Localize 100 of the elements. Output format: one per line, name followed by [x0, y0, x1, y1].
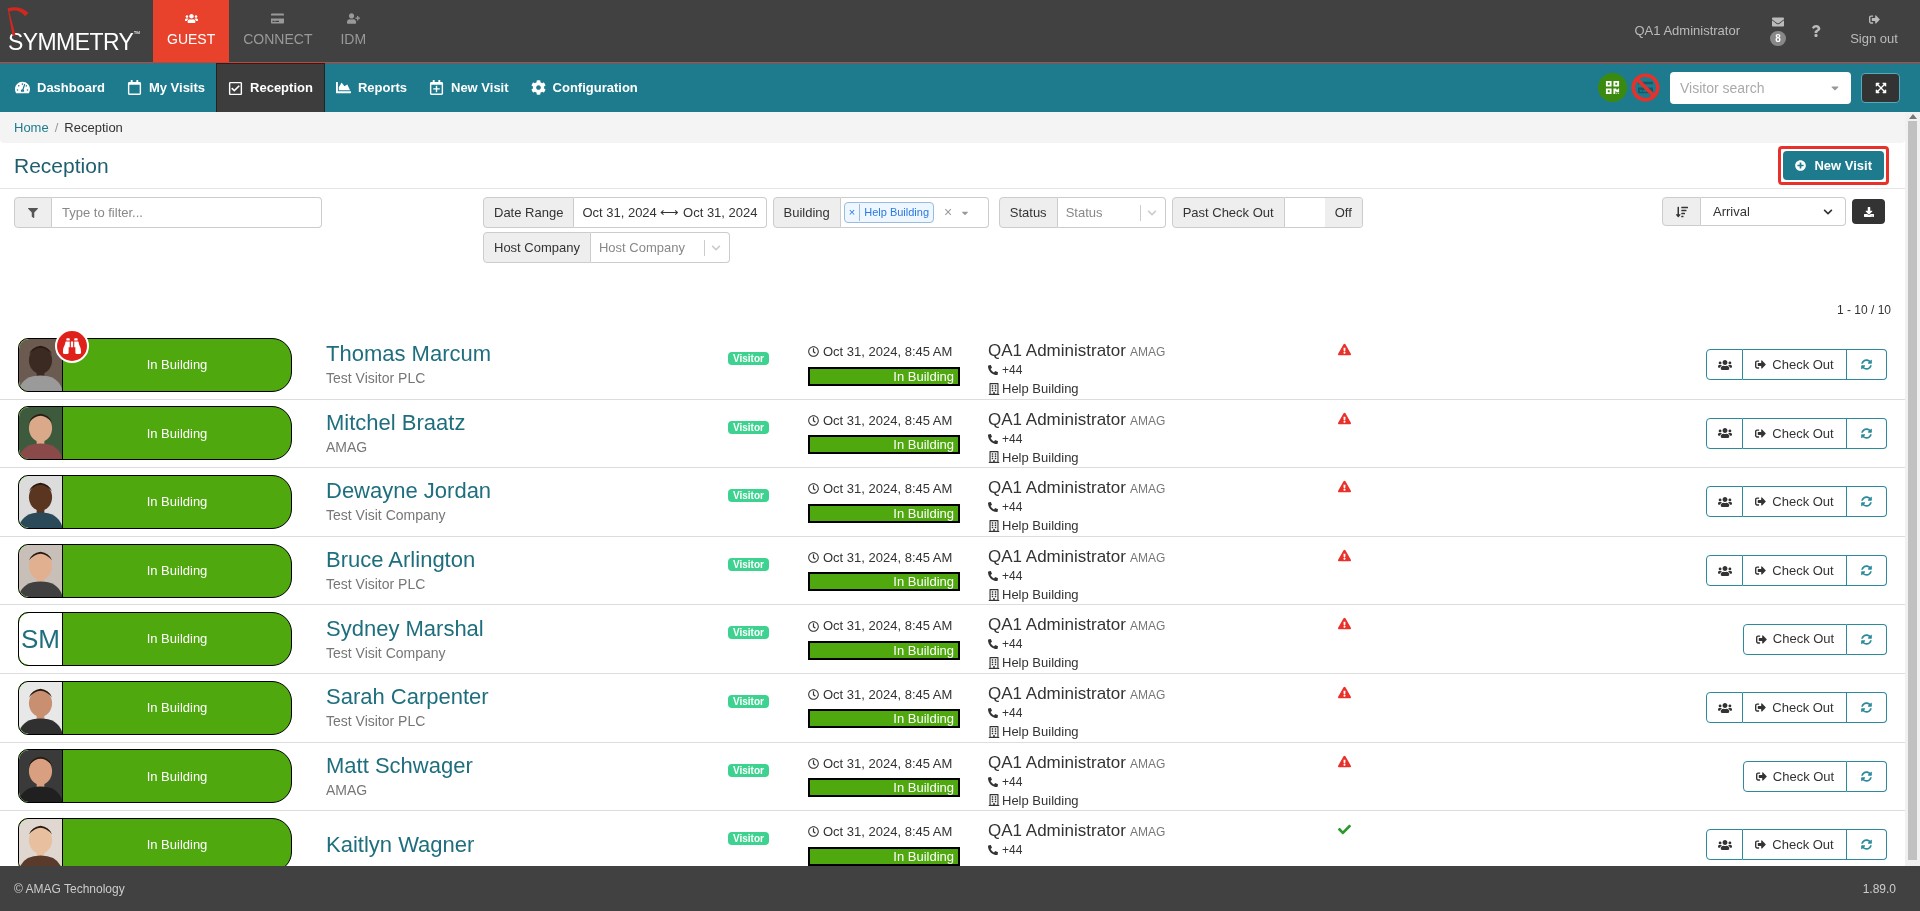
sign-out-button[interactable]: Sign out — [1836, 0, 1912, 62]
users-icon — [1717, 700, 1732, 715]
group-button[interactable] — [1706, 417, 1743, 449]
date-range-field[interactable]: Oct 31, 2024 ⟷ Oct 31, 2024 — [574, 197, 767, 228]
filter-field[interactable]: Type to filter... — [52, 197, 322, 228]
host-company: AMAG — [1129, 549, 1166, 567]
visitor-name[interactable]: Bruce Arlington — [326, 546, 476, 575]
app-tab[interactable]: CONNECT — [229, 0, 327, 62]
refresh-button[interactable] — [1847, 417, 1887, 449]
refresh-icon — [1861, 770, 1872, 782]
refresh-button[interactable] — [1847, 486, 1887, 518]
clock-icon — [808, 757, 819, 769]
check-out-button[interactable]: Check Out — [1743, 486, 1847, 518]
logo-text[interactable]: SYMMETRY — [8, 30, 134, 54]
visit-row[interactable]: In Building Thomas Marcum Test Visitor PLC Visitor Oct 31, 2024, 8:45 AM In Building QA1 Administrator AMAG +44 Help Building Check Out — [0, 331, 1905, 400]
envelope-icon — [1772, 16, 1784, 28]
clear-button[interactable]: × — [944, 202, 953, 223]
host-building: Help Building — [1002, 791, 1079, 810]
nav-tab[interactable]: New Visit — [418, 63, 520, 112]
check-out-button[interactable]: Check Out — [1743, 623, 1847, 655]
breadcrumb-current: Reception — [64, 118, 123, 137]
check-out-button[interactable]: Check Out — [1743, 349, 1847, 381]
check-out-button[interactable]: Check Out — [1743, 692, 1847, 724]
scrollbar[interactable] — [1905, 112, 1920, 866]
visit-time: Oct 31, 2024, 8:45 AM — [823, 754, 953, 773]
sign-out-icon — [1755, 770, 1767, 782]
group-button[interactable] — [1706, 555, 1743, 587]
visitor-name[interactable]: Sydney Marshal — [326, 614, 484, 643]
time-status-bar: In Building — [808, 366, 960, 386]
visitor-name[interactable]: Mitchel Braatz — [326, 408, 466, 437]
building-icon — [988, 519, 1000, 532]
check-out-button[interactable]: Check Out — [1743, 760, 1847, 792]
tag-remove-button[interactable]: × — [844, 204, 861, 221]
host-building: Help Building — [1002, 654, 1079, 673]
app-tab[interactable]: IDM — [326, 0, 381, 62]
host-name: QA1 Administrator — [988, 752, 1126, 773]
qr-code-icon[interactable] — [1598, 73, 1627, 102]
users-icon — [1717, 563, 1732, 578]
breadcrumb-separator: / — [54, 118, 59, 137]
refresh-button[interactable] — [1847, 349, 1887, 381]
visit-status-card[interactable]: In Building — [18, 475, 292, 529]
visitor-name[interactable]: Matt Schwager — [326, 751, 473, 780]
group-button[interactable] — [1706, 692, 1743, 724]
visitor-name[interactable]: Kaitlyn Wagner — [326, 830, 475, 859]
nav-tab[interactable]: Dashboard — [4, 63, 116, 112]
messages-button[interactable]: 8 — [1760, 0, 1796, 62]
users-icon — [1717, 357, 1732, 372]
host-name: QA1 Administrator — [988, 409, 1126, 430]
nav-tab[interactable]: Reports — [324, 63, 418, 112]
group-button[interactable] — [1706, 829, 1743, 861]
refresh-button[interactable] — [1847, 555, 1887, 587]
refresh-button[interactable] — [1847, 829, 1887, 861]
visitor-name[interactable]: Sarah Carpenter — [326, 683, 489, 712]
visit-status-card[interactable]: In Building — [18, 817, 292, 866]
host-phone: +44 — [1002, 430, 1023, 448]
nav-tab[interactable]: Reception — [216, 63, 325, 112]
host-building: Help Building — [1002, 380, 1079, 398]
past-check-out-toggle[interactable]: Off — [1284, 197, 1363, 228]
visitor-name[interactable]: Dewayne Jordan — [326, 477, 492, 506]
visitor-type-badge: Visitor — [728, 352, 769, 365]
host-company: AMAG — [1129, 412, 1166, 430]
app-tab[interactable]: GUEST — [153, 0, 230, 62]
nav-tab[interactable]: My Visits — [115, 63, 217, 112]
visit-status-card[interactable]: In Building — [18, 337, 292, 392]
visit-status-card[interactable]: In Building — [18, 749, 292, 804]
visit-time: Oct 31, 2024, 8:45 AM — [823, 411, 953, 430]
visit-status-card[interactable]: In Building — [18, 680, 292, 735]
phone-icon — [988, 570, 998, 581]
check-out-button[interactable]: Check Out — [1743, 417, 1847, 449]
host-building: Help Building — [1002, 517, 1079, 536]
group-button[interactable] — [1706, 349, 1743, 381]
visitor-search-field[interactable]: Visitor search — [1670, 71, 1851, 104]
refresh-button[interactable] — [1847, 760, 1887, 792]
download-button[interactable] — [1852, 199, 1885, 224]
chevron-down-icon — [711, 242, 721, 253]
time-status-bar: In Building — [808, 435, 960, 455]
check-out-button[interactable]: Check Out — [1743, 555, 1847, 587]
fullscreen-button[interactable] — [1861, 72, 1900, 103]
check-out-button[interactable]: Check Out — [1743, 829, 1847, 861]
version: 1.89.0 — [1862, 880, 1896, 898]
nav-tab[interactable]: Configuration — [519, 63, 649, 112]
gauge-icon — [15, 80, 30, 95]
tag-label: Help Building — [863, 205, 931, 221]
group-button[interactable] — [1706, 486, 1743, 518]
card-icon — [271, 12, 285, 25]
refresh-button[interactable] — [1847, 692, 1887, 724]
refresh-button[interactable] — [1847, 623, 1887, 655]
filter-label: Date Range — [483, 197, 575, 228]
new-visit-button[interactable]: New Visit — [1783, 151, 1884, 180]
visit-status-card[interactable]: SM In Building — [18, 612, 292, 667]
filter-icon — [14, 197, 52, 228]
user-name[interactable]: QA1 Administrator — [1634, 21, 1740, 41]
breadcrumb-link[interactable]: Home — [14, 117, 49, 138]
phone-icon — [988, 433, 998, 444]
avatar-initials: SM — [21, 626, 60, 653]
visit-status-card[interactable]: In Building — [18, 406, 292, 461]
time-status-bar: In Building — [808, 709, 960, 729]
visitor-name[interactable]: Thomas Marcum — [326, 340, 492, 369]
visitor-type-badge: Visitor — [728, 763, 769, 777]
visit-status-card[interactable]: In Building — [18, 543, 292, 598]
